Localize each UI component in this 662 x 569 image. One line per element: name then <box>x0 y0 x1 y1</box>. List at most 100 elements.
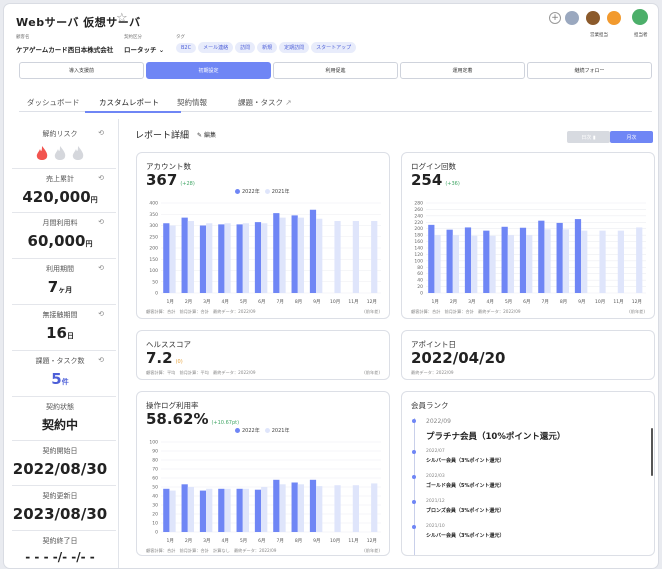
y-tick-label: 280 <box>414 201 423 207</box>
x-tick-label: 3月 <box>203 299 210 305</box>
bar-2021 <box>242 488 249 532</box>
history-icon[interactable]: ⟲ <box>98 264 104 272</box>
tag[interactable]: 新規 <box>257 42 278 53</box>
step-button[interactable]: 導入支援前 <box>19 62 144 79</box>
favorite-star-icon[interactable]: ☆ <box>116 11 128 26</box>
flame-icon <box>54 146 66 160</box>
sales-rep-label: 営業担当 <box>590 33 608 38</box>
x-tick-label: 6月 <box>523 299 530 305</box>
bar-2022 <box>291 482 298 532</box>
avatar[interactable] <box>632 9 648 25</box>
kpi-monthly-fee: 月間利用料 ⟲ 60,000円 <box>4 218 116 250</box>
toggle-daily[interactable]: 日次 ▮ <box>567 131 610 143</box>
x-tick-label: 11月 <box>348 538 358 544</box>
kpi-value[interactable]: 5 <box>51 370 61 388</box>
tab-issues-tasks[interactable]: 課題・タスク ↗ <box>238 97 292 108</box>
step-button[interactable]: 運用定着 <box>400 62 525 79</box>
bar-2021 <box>316 218 323 293</box>
x-tick-label: 10月 <box>595 299 605 305</box>
active-tab-indicator <box>85 111 181 113</box>
rank-name: ブロンズ会員（3%ポイント還元） <box>426 508 505 514</box>
x-tick-label: 6月 <box>258 299 265 305</box>
kpi-contract-end: 契約終了日 - - - -/- -/- - <box>4 536 116 564</box>
bar-2021 <box>352 221 359 293</box>
kpi-usage-period: 利用期間 ⟲ 7ヶ月 <box>4 264 116 296</box>
bar-2022 <box>574 219 582 293</box>
support-rep-label: 担当者 <box>634 33 648 38</box>
history-icon[interactable]: ⟲ <box>98 218 104 226</box>
x-tick-label: 9月 <box>578 299 585 305</box>
y-tick-label: 260 <box>414 207 423 213</box>
bar-2022 <box>218 224 225 293</box>
history-icon[interactable]: ⟲ <box>98 356 104 364</box>
x-tick-label: 2月 <box>185 299 192 305</box>
avatar[interactable] <box>565 11 579 25</box>
y-tick-label: 150 <box>149 257 158 263</box>
kpi-value: 16 <box>46 324 67 342</box>
timeline-dot <box>412 525 416 529</box>
bar-2021 <box>434 235 441 293</box>
step-button-active[interactable]: 初期設定 <box>146 62 271 79</box>
y-tick-label: 160 <box>414 239 423 245</box>
scrollbar-thumb[interactable] <box>651 428 653 476</box>
tag[interactable]: スタートアップ <box>311 42 357 53</box>
card-footnote: 顧客計算：平均 前月計算：平均 最終データ：2022/09 <box>146 370 256 375</box>
tags-label: タグ <box>176 35 185 40</box>
bar-2021 <box>224 488 231 532</box>
y-tick-label: 140 <box>414 246 423 252</box>
card-delta: (0) <box>175 359 183 365</box>
legend-label: 2022年 <box>242 189 260 195</box>
bar-2021 <box>334 485 341 532</box>
step-button[interactable]: 利用促進 <box>273 62 398 79</box>
history-icon[interactable]: ⟲ <box>98 310 104 318</box>
divider <box>12 168 116 169</box>
bar-2021 <box>507 235 514 293</box>
divider <box>12 485 116 486</box>
bar-2021 <box>452 235 459 293</box>
tag[interactable]: メール連絡 <box>198 42 234 53</box>
rank-name: ゴールド会員（5%ポイント還元） <box>426 483 505 489</box>
tag[interactable]: 訪問 <box>235 42 256 53</box>
x-tick-label: 1月 <box>166 538 173 544</box>
bar-2021 <box>169 225 176 293</box>
bar-2022 <box>309 479 317 532</box>
history-icon[interactable]: ⟲ <box>98 174 104 182</box>
y-tick-label: 30 <box>152 503 158 509</box>
divider <box>12 212 116 213</box>
x-tick-label: 10月 <box>330 299 340 305</box>
bar-2022 <box>291 215 298 293</box>
y-tick-label: 90 <box>152 449 158 455</box>
kpi-contract-renewal: 契約更新日 2023/08/30 <box>4 491 116 523</box>
divider <box>12 304 116 305</box>
card-health-score: ヘルススコア 7.2 (0) 顧客計算：平均 前月計算：平均 最終データ：2022… <box>136 330 390 380</box>
tab-dashboard[interactable]: ダッシュボード <box>27 97 80 108</box>
add-assignee-icon[interactable]: + <box>549 12 561 24</box>
tab-custom-report[interactable]: カスタムレポート <box>99 97 159 108</box>
chart-legend: 2022年 2021年 <box>235 188 289 195</box>
y-tick-label: 350 <box>149 212 158 218</box>
x-tick-label: 3月 <box>468 299 475 305</box>
avatar[interactable] <box>607 11 621 25</box>
tag[interactable]: 定期訪問 <box>279 42 310 53</box>
edit-button[interactable]: ✎ 編集 <box>197 130 216 139</box>
toggle-monthly[interactable]: 月次 <box>610 131 653 143</box>
card-footnote-right: (前年差) <box>364 370 380 375</box>
step-button[interactable]: 継続フォロー <box>527 62 652 79</box>
flame-icon <box>72 146 84 160</box>
tag[interactable]: B2C <box>176 43 197 53</box>
legend-label: 2022年 <box>242 428 260 434</box>
tab-contract-info[interactable]: 契約情報 <box>177 97 207 108</box>
bar-2021 <box>316 486 323 532</box>
bar-2021 <box>562 229 569 293</box>
bar-2022 <box>254 222 262 293</box>
y-tick-label: 80 <box>417 265 423 271</box>
history-icon[interactable]: ⟲ <box>98 129 104 137</box>
card-footnote: 顧客計算：合計 前月計算：合計 最終データ：2022/09 <box>411 309 521 314</box>
divider <box>12 530 116 531</box>
y-tick-label: 100 <box>149 268 158 274</box>
bar-2022 <box>501 226 508 293</box>
contract-select[interactable]: ロータッチ ⌄ <box>124 44 164 54</box>
bar-2021 <box>187 221 194 293</box>
bar-2021 <box>169 490 176 532</box>
avatar[interactable] <box>586 11 600 25</box>
